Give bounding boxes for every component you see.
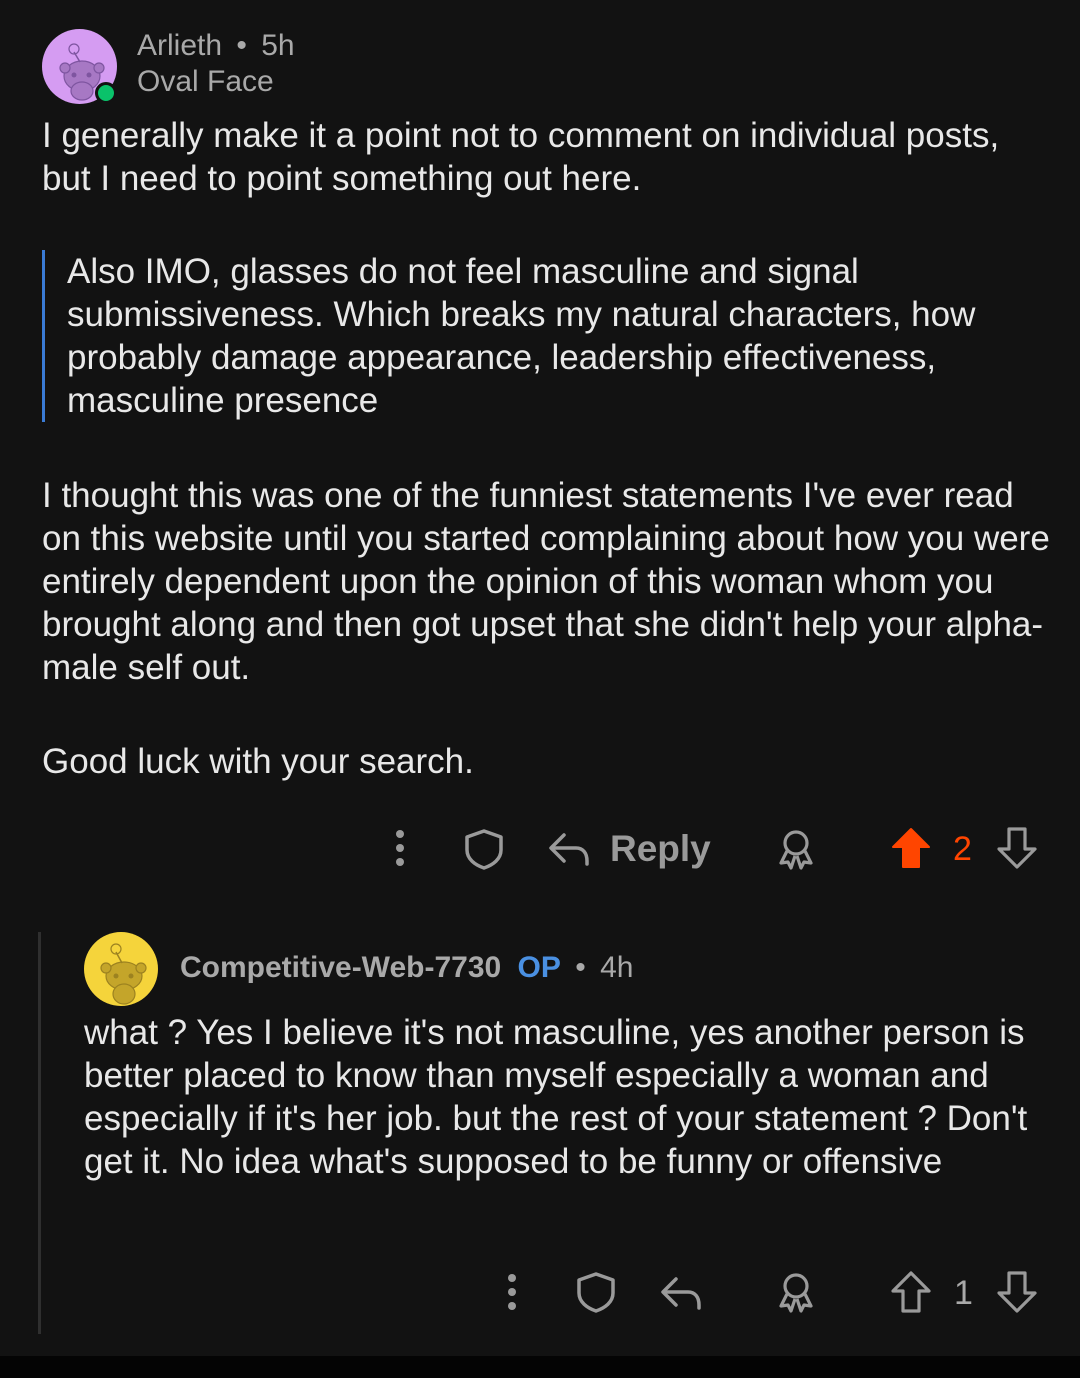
shield-icon <box>577 1272 615 1313</box>
vote-count: 1 <box>954 1274 973 1312</box>
comment-paragraph: I generally make it a point not to comme… <box>42 116 1000 198</box>
upvote-button[interactable] <box>890 826 932 870</box>
bottom-bar <box>0 1356 1080 1378</box>
downvote-button[interactable] <box>996 1270 1038 1314</box>
downvote-arrow-icon <box>997 827 1037 869</box>
comment-paragraph: what ? Yes I believe it's not masculine,… <box>84 1013 1028 1181</box>
moderate-button[interactable] <box>462 828 506 870</box>
op-badge: OP <box>517 951 561 984</box>
separator-dot: • <box>236 29 247 62</box>
comment-header-op: Competitive-Web-7730 OP • 4h <box>84 932 633 1006</box>
author-line: Arlieth • 5h <box>137 29 295 63</box>
comment-paragraph: I thought this was one of the funniest s… <box>42 476 1050 687</box>
user-avatar[interactable] <box>84 932 158 1006</box>
comment-paragraph: Good luck with your search. <box>42 742 474 781</box>
award-button[interactable] <box>776 828 816 870</box>
author-name[interactable]: Competitive-Web-7730 <box>180 951 501 984</box>
upvote-arrow-icon <box>892 828 930 868</box>
more-options-button[interactable] <box>498 1272 526 1312</box>
vote-count: 2 <box>953 830 972 868</box>
downvote-arrow-icon <box>997 1271 1037 1313</box>
quote-text: Also IMO, glasses do not feel masculine … <box>67 252 976 420</box>
more-vertical-icon <box>396 830 404 866</box>
online-status-icon <box>95 82 117 104</box>
user-avatar[interactable] <box>42 29 117 104</box>
downvote-button[interactable] <box>996 826 1038 870</box>
reply-label[interactable]: Reply <box>610 828 711 870</box>
reply-arrow-icon <box>549 833 589 866</box>
comment-age: 5h <box>261 29 295 62</box>
comment-thread-screen: Arlieth • 5h Oval Face I generally make … <box>0 0 1080 1356</box>
thread-indent-line[interactable] <box>38 932 41 1334</box>
author-name[interactable]: Arlieth <box>137 29 222 62</box>
snoo-avatar-icon <box>84 932 158 1006</box>
reply-button[interactable] <box>658 1274 704 1312</box>
shield-icon <box>465 829 503 870</box>
upvote-arrow-icon <box>891 1271 931 1313</box>
separator-dot: • <box>575 951 586 984</box>
user-flair: Oval Face <box>137 65 274 98</box>
moderate-button[interactable] <box>574 1271 618 1313</box>
award-icon <box>779 1273 813 1313</box>
more-vertical-icon <box>508 1274 516 1310</box>
award-button[interactable] <box>776 1271 816 1313</box>
upvote-button[interactable] <box>890 1270 932 1314</box>
reply-button[interactable] <box>546 830 592 868</box>
reply-arrow-icon <box>661 1277 701 1310</box>
award-icon <box>779 830 813 870</box>
comment-header-arlieth: Arlieth • 5h Oval Face <box>42 29 295 104</box>
block-quote: Also IMO, glasses do not feel masculine … <box>42 250 1042 422</box>
author-line: Competitive-Web-7730 OP • 4h <box>180 951 633 985</box>
comment-age: 4h <box>600 951 634 984</box>
more-options-button[interactable] <box>386 828 414 868</box>
